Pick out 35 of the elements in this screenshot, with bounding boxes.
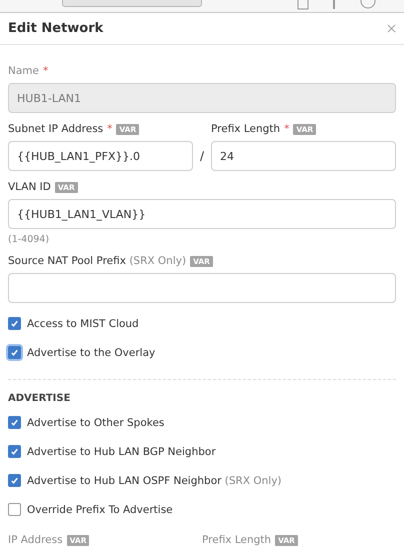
field-label: VLAN ID: [8, 181, 51, 193]
hint-text: (1-4094): [8, 234, 50, 245]
checkbox[interactable]: [8, 317, 21, 330]
section-heading: ADVERTISE: [8, 392, 72, 406]
checkbox[interactable]: [8, 445, 21, 458]
input-field[interactable]: [8, 273, 396, 303]
field-label: Prefix Length: [211, 123, 280, 135]
input-field[interactable]: {{HUB_LAN1_PFX}}.0: [8, 141, 193, 171]
field-label: Subnet IP Address: [8, 123, 104, 135]
checkmark-icon: [10, 447, 19, 456]
separator-text: /: [198, 149, 206, 165]
checkmark-icon: [10, 476, 19, 485]
field-label: Name: [8, 65, 39, 77]
checkbox[interactable]: [8, 503, 21, 516]
checkbox-label: Advertise to Other Spokes: [27, 416, 164, 428]
field-label: Prefix Length: [202, 534, 272, 546]
field-label: Source NAT Pool Prefix (SRX Only): [8, 255, 186, 267]
checkbox-label: Advertise to Hub LAN BGP Neighbor: [27, 446, 216, 458]
input-field[interactable]: 24: [211, 141, 396, 171]
checkbox[interactable]: [8, 416, 21, 429]
panel-title: Edit Network: [8, 21, 104, 36]
required-mark: *: [107, 123, 112, 135]
checkbox-label: Access to MIST Cloud: [27, 318, 139, 330]
checkbox[interactable]: [8, 474, 21, 487]
field-label: IP Address: [8, 534, 63, 546]
input-field[interactable]: {{HUB1_LAN1_VLAN}}: [8, 199, 396, 229]
required-mark: *: [42, 65, 48, 77]
checkmark-icon: [10, 418, 19, 427]
checkmark-icon: [10, 348, 19, 357]
close-icon[interactable]: [387, 24, 396, 33]
required-mark: *: [284, 123, 290, 135]
checkbox-label: Advertise to Hub LAN OSPF Neighbor (SRX Only): [27, 474, 282, 486]
checkmark-icon: [10, 319, 19, 328]
checkbox-label: Advertise to the Overlay: [27, 346, 156, 358]
checkbox-label: Override Prefix To Advertise: [27, 504, 173, 516]
